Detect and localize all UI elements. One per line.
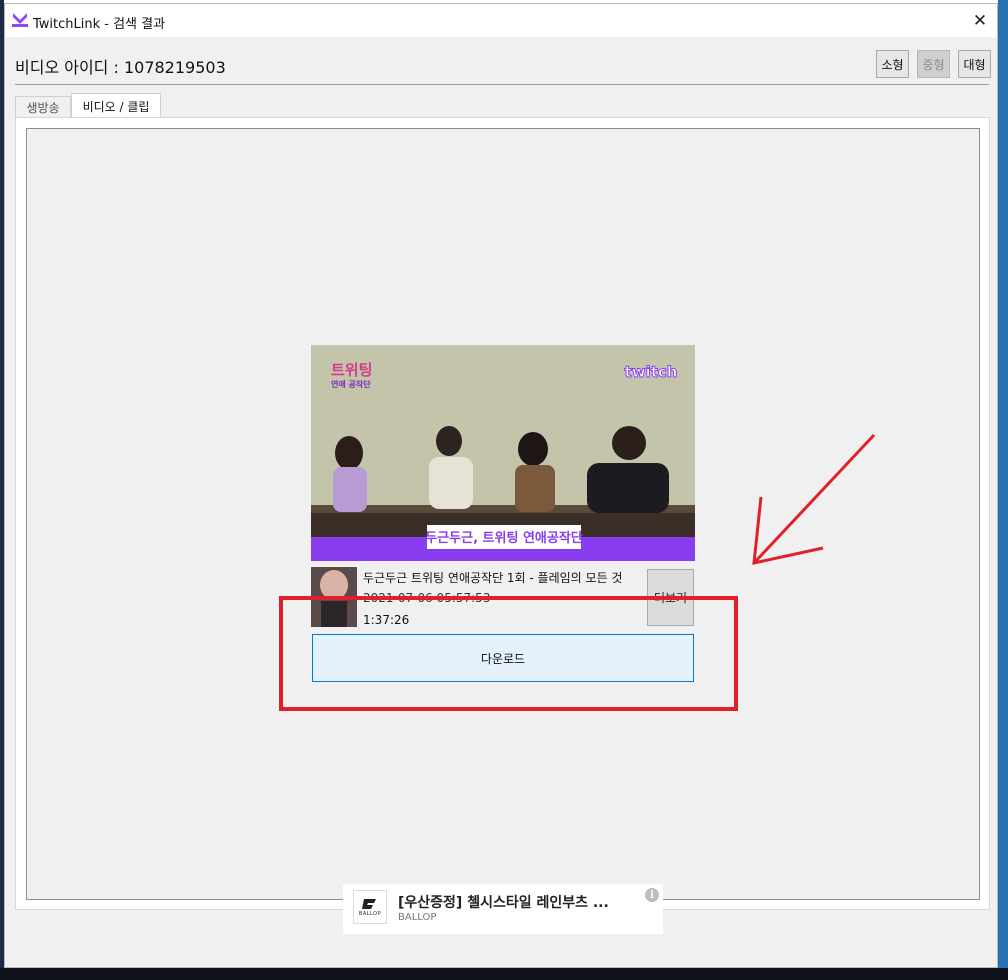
taskbar-edge bbox=[0, 968, 1008, 980]
ad-advertiser: BALLOP bbox=[398, 912, 437, 923]
title-bar[interactable]: TwitchLink - 검색 결과 ✕ bbox=[5, 4, 997, 37]
size-small-button[interactable]: 소형 bbox=[876, 50, 909, 78]
info-icon[interactable]: i bbox=[645, 888, 659, 902]
twitchlink-app-icon bbox=[12, 13, 28, 27]
annotation-highlight-box bbox=[279, 596, 738, 711]
ad-banner[interactable]: BALLOP [우산증정] 첼시스타일 레인부츠 ... BALLOP i bbox=[343, 884, 663, 934]
video-title: 두근두근 트위팅 연애공작단 1회 - 플레임의 모든 것 bbox=[363, 571, 623, 585]
size-medium-button[interactable]: 중형 bbox=[917, 50, 950, 78]
show-subtitle-logo: 연애 공작단 bbox=[331, 379, 371, 389]
tab-live[interactable]: 생방송 bbox=[15, 96, 71, 117]
ad-title[interactable]: [우산증정] 첼시스타일 레인부츠 ... bbox=[398, 892, 609, 912]
video-thumbnail[interactable]: 두근두근, 트위팅 연애공작단 트위팅 연애 공작단 twitch bbox=[311, 345, 695, 561]
thumbnail-image: 두근두근, 트위팅 연애공작단 트위팅 연애 공작단 twitch bbox=[311, 345, 695, 561]
size-large-button[interactable]: 대형 bbox=[958, 50, 991, 78]
twitch-logo: twitch bbox=[625, 363, 678, 381]
video-id-label: 비디오 아이디 : 1078219503 bbox=[15, 58, 226, 77]
show-title-logo: 트위팅 bbox=[331, 361, 372, 379]
desktop-background-right bbox=[998, 0, 1008, 980]
close-button[interactable]: ✕ bbox=[963, 4, 997, 37]
tab-video-clip[interactable]: 비디오 / 클립 bbox=[71, 93, 161, 118]
ballop-logo-text: BALLOP bbox=[358, 910, 382, 917]
window-title: TwitchLink - 검색 결과 bbox=[33, 17, 166, 32]
ballop-logo-icon bbox=[362, 898, 376, 909]
thumbnail-banner-text: 두근두근, 트위팅 연애공작단 bbox=[425, 530, 583, 546]
header-divider bbox=[15, 84, 989, 85]
ballop-logo: BALLOP bbox=[353, 890, 387, 924]
annotation-arrow-icon bbox=[752, 433, 876, 565]
